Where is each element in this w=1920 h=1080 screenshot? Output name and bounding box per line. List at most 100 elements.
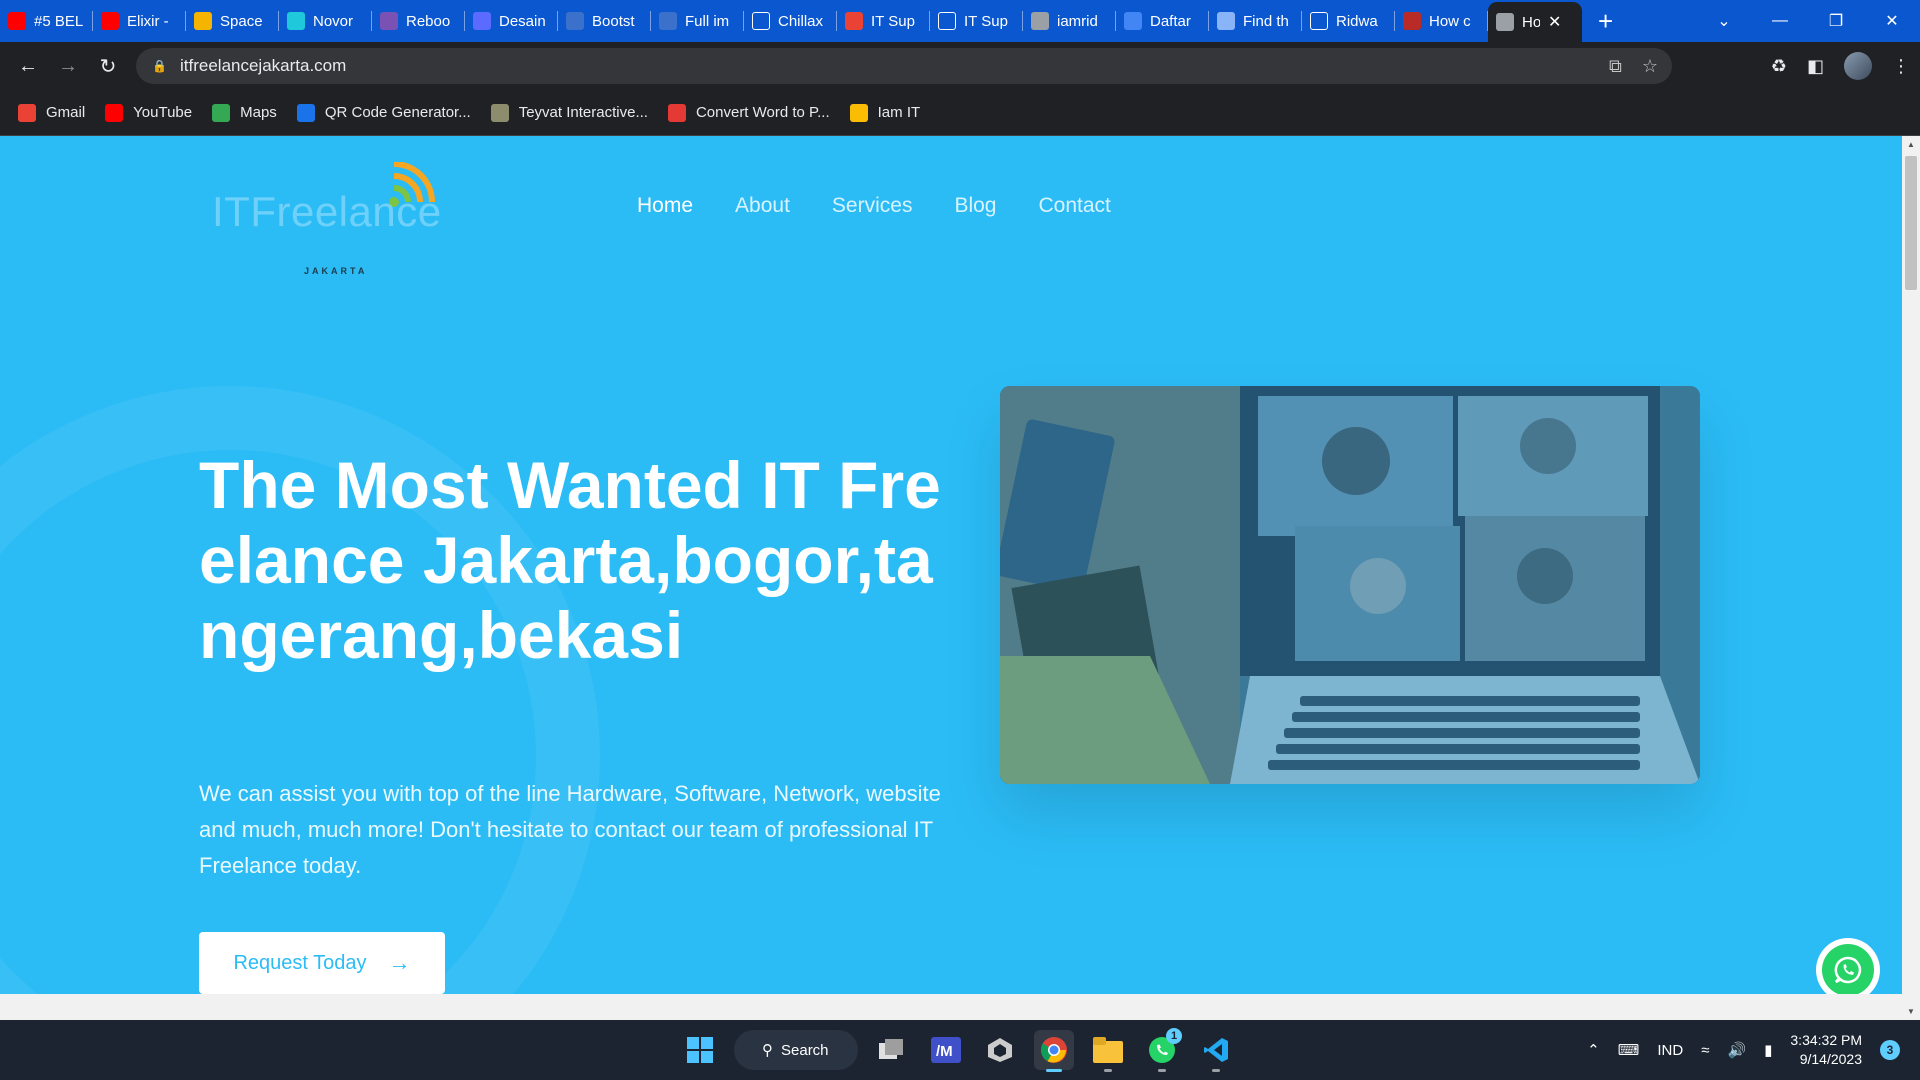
browser-tab[interactable]: Bootst (558, 0, 651, 42)
bookmark-item[interactable]: YouTube (105, 103, 193, 122)
tab-title: IT Sup (871, 12, 915, 30)
mathpix-icon[interactable]: /M (926, 1030, 966, 1070)
cta-label: Request Today (233, 951, 367, 974)
nav-blog[interactable]: Blog (954, 194, 996, 218)
extensions-icon[interactable]: ♻ (1771, 56, 1787, 77)
browser-tab[interactable]: Reboo (372, 0, 465, 42)
browser-tab[interactable]: Desain (465, 0, 558, 42)
bookmark-star-icon[interactable]: ☆ (1642, 56, 1658, 77)
browser-tab[interactable]: Ridwa (1302, 0, 1395, 42)
hero-title: The Most Wanted IT Freelance Jakarta,bog… (199, 448, 941, 672)
browser-tab[interactable]: Daftar (1116, 0, 1209, 42)
share-icon[interactable]: ⧉ (1609, 56, 1622, 77)
tab-title: Daftar (1150, 12, 1191, 30)
file-explorer-icon[interactable] (1088, 1030, 1128, 1072)
browser-tab[interactable]: Chillax (744, 0, 837, 42)
nav-about[interactable]: About (735, 194, 790, 218)
open-indicator (1212, 1069, 1220, 1072)
start-icon[interactable] (680, 1030, 720, 1070)
system-tray: ⌃ ⌨ IND ≈ 🔊 ▮ 3:34:32 PM 9/14/2023 3 (1587, 1020, 1900, 1080)
tab-title: Novor (313, 12, 354, 30)
scrollbar-thumb[interactable] (1905, 156, 1917, 290)
heart-icon (667, 103, 686, 122)
hero-description: We can assist you with top of the line H… (199, 781, 941, 878)
back-button[interactable]: ← (8, 55, 48, 78)
bookmark-item[interactable]: QR Code Generator... (296, 103, 471, 122)
tab-title: Find th (1243, 12, 1289, 30)
scroll-down-icon[interactable]: ▼ (1902, 1007, 1920, 1016)
browser-tab[interactable]: Novor (279, 0, 372, 42)
browser-tab[interactable]: How c (1395, 0, 1488, 42)
bookmark-label: QR Code Generator... (324, 104, 471, 121)
clock[interactable]: 3:34:32 PM 9/14/2023 (1790, 1031, 1862, 1069)
forward-button[interactable]: → (48, 55, 88, 78)
browser-tab[interactable]: Elixir - (93, 0, 186, 42)
profile-avatar[interactable] (1844, 52, 1872, 80)
page-viewport: ITFreelance JAKARTA Home About Services … (0, 136, 1920, 1020)
browser-tab[interactable]: iamrid (1023, 0, 1116, 42)
bookmark-item[interactable]: Teyvat Interactive... (490, 103, 648, 122)
side-panel-icon[interactable]: ◧ (1807, 56, 1824, 77)
tab-search-icon[interactable]: ⌄ (1696, 11, 1752, 31)
restore-button[interactable]: ❐ (1808, 11, 1864, 31)
notification-badge[interactable]: 3 (1880, 1040, 1900, 1060)
browser-tab[interactable]: IT Sup (837, 0, 930, 42)
tab-list: #5 BEL Elixir - Space Novor Reboo Desain Boots… (0, 0, 1582, 42)
info-icon (938, 12, 956, 30)
bookmark-item[interactable]: Convert Word to P... (667, 103, 830, 122)
qr-icon (296, 103, 315, 122)
youtube-icon (101, 12, 119, 30)
browser-tab[interactable]: Find th (1209, 0, 1302, 42)
tab-title: How c (1429, 12, 1471, 30)
menu-kebab-icon[interactable]: ⋮ (1892, 56, 1910, 77)
main-nav: Home About Services Blog Contact (637, 194, 1111, 218)
reload-button[interactable]: ↻ (88, 54, 128, 79)
chevron-up-icon[interactable]: ⌃ (1587, 1041, 1600, 1059)
nav-home[interactable]: Home (637, 194, 693, 218)
tab-title: Chillax (778, 12, 824, 30)
url-text[interactable]: itfreelancejakarta.com (180, 56, 346, 76)
arrow-icon (1496, 13, 1514, 31)
clock-time: 3:34:32 PM (1790, 1032, 1862, 1048)
lock-icon[interactable]: 🔒 (152, 59, 167, 73)
chrome-icon[interactable] (1034, 1030, 1074, 1072)
clock-date: 9/14/2023 (1799, 1051, 1862, 1067)
request-today-button[interactable]: Request Today → (199, 932, 445, 994)
browser-tab[interactable]: Full im (651, 0, 744, 42)
whatsapp-desktop-icon[interactable]: 1 (1142, 1028, 1182, 1072)
language-indicator[interactable]: IND (1657, 1042, 1683, 1059)
address-bar[interactable]: 🔒 itfreelancejakarta.com ⧉ ☆ (136, 48, 1672, 84)
bookmark-label: YouTube (133, 104, 193, 121)
minimize-button[interactable]: — (1752, 12, 1808, 30)
volume-icon[interactable]: 🔊 (1727, 1041, 1746, 1059)
unity-icon[interactable] (980, 1030, 1020, 1070)
bookmark-label: Maps (240, 104, 277, 121)
bookmark-item[interactable]: Maps (212, 103, 277, 122)
font-f-icon (752, 12, 770, 30)
nav-contact[interactable]: Contact (1038, 194, 1110, 218)
nav-services[interactable]: Services (832, 194, 913, 218)
vertical-scrollbar[interactable]: ▲ ▼ (1902, 136, 1920, 1020)
keyboard-icon[interactable]: ⌨ (1618, 1041, 1640, 1059)
wifi-icon[interactable]: ≈ (1701, 1042, 1709, 1059)
whatsapp-chat-button[interactable] (1816, 938, 1880, 1002)
browser-tab[interactable]: IT Sup (930, 0, 1023, 42)
gmail-icon (18, 103, 36, 122)
teyvat-icon (490, 103, 509, 122)
vscode-icon[interactable] (1196, 1030, 1236, 1072)
browser-tab[interactable]: Ho ✕ (1488, 2, 1582, 42)
browser-tab[interactable]: Space (186, 0, 279, 42)
close-tab-icon[interactable]: ✕ (1548, 12, 1561, 32)
new-tab-button[interactable]: + (1598, 0, 1613, 42)
browser-tab[interactable]: #5 BEL (0, 0, 93, 42)
taskbar-search-box[interactable]: ⚲ Search (734, 1030, 858, 1070)
bookmark-item[interactable]: Gmail (18, 103, 85, 122)
task-view-icon[interactable] (872, 1030, 912, 1070)
scroll-up-icon[interactable]: ▲ (1902, 140, 1920, 149)
open-indicator (1104, 1069, 1112, 1072)
site-logo[interactable]: ITFreelance JAKARTA (212, 162, 452, 276)
bookmark-item[interactable]: Iam IT (849, 103, 920, 122)
close-window-button[interactable]: ✕ (1864, 11, 1920, 31)
horizontal-scrollbar[interactable] (0, 994, 1902, 1020)
battery-icon[interactable]: ▮ (1764, 1041, 1772, 1059)
